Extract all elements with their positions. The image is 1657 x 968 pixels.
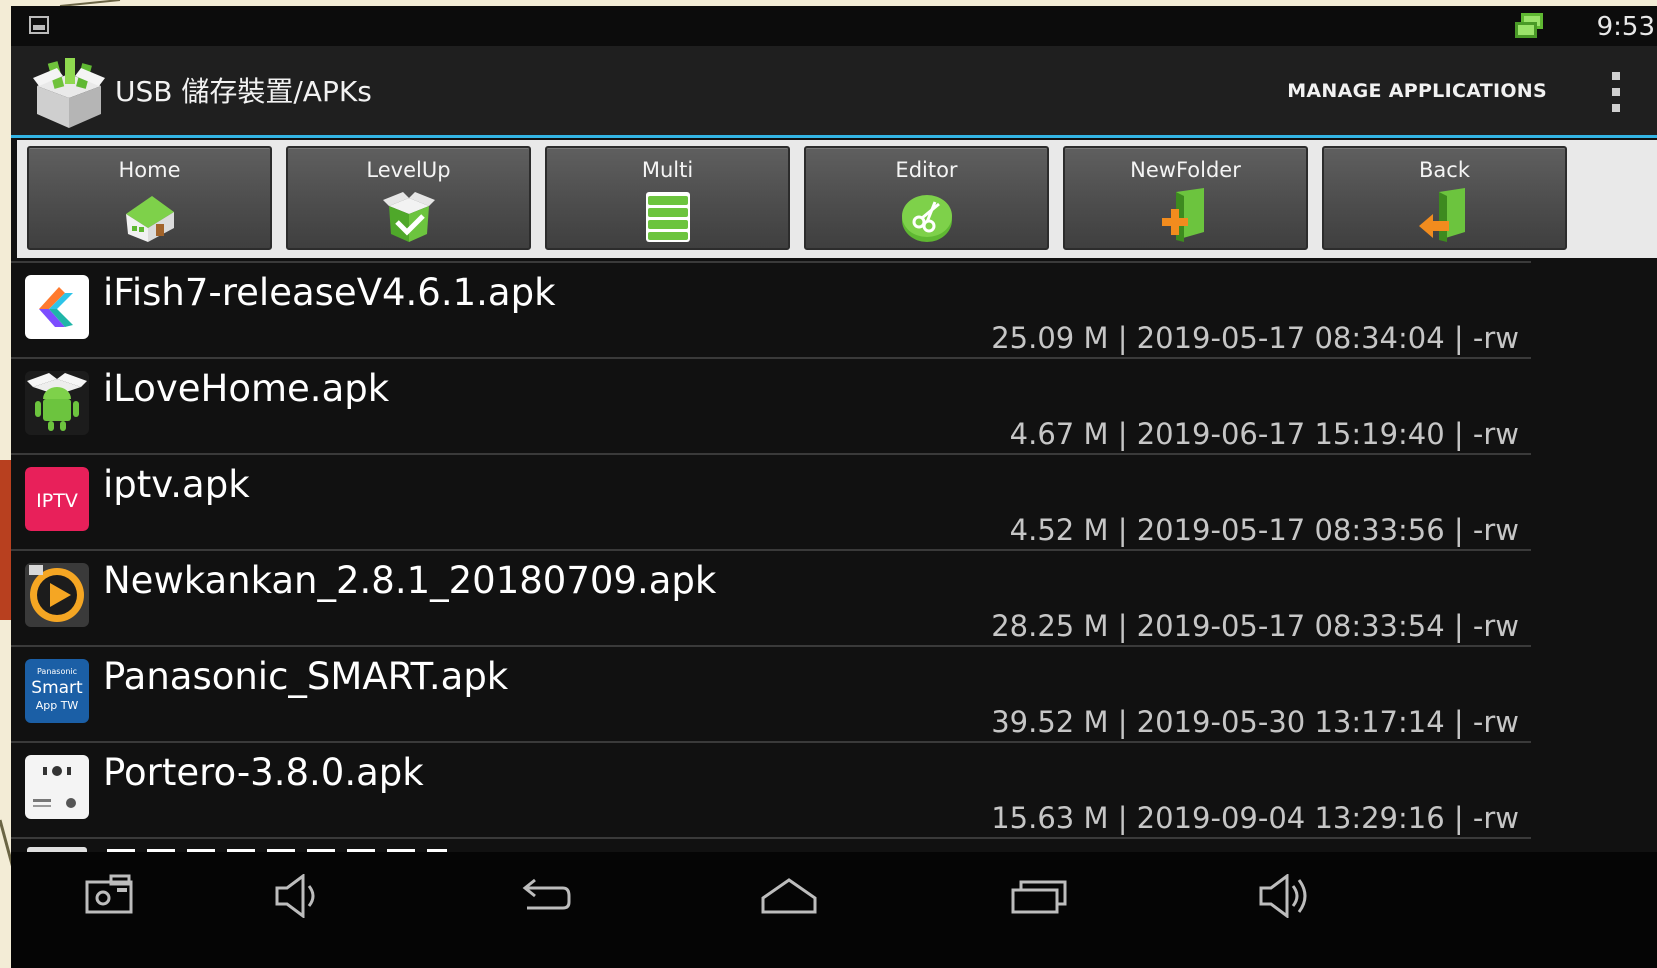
list-item[interactable]: Newkankan_2.8.1_20180709.apk 28.25 M | 2… — [11, 549, 1531, 645]
page-title: USB 儲存裝置/APKs — [115, 75, 372, 108]
file-meta: 4.67 M | 2019-06-17 15:19:40 | -rw — [1009, 417, 1519, 451]
list-item[interactable]: IPTV iptv.apk 4.52 M | 2019-05-17 08:33:… — [11, 453, 1531, 549]
volume-up-icon[interactable] — [1257, 874, 1317, 918]
toolbar: Home LevelUp Multi Editor NewFolder Back — [17, 140, 1657, 258]
scissors-icon — [901, 195, 952, 242]
list-item-partial[interactable] — [11, 837, 1531, 853]
list-item[interactable]: iFish7-releaseV4.6.1.apk 25.09 M | 2019-… — [11, 261, 1531, 357]
back-button[interactable]: Back — [1322, 146, 1567, 250]
portero-app-icon — [25, 755, 89, 819]
multi-button[interactable]: Multi — [545, 146, 790, 250]
editor-button-label: Editor — [895, 158, 958, 182]
ifish-app-icon — [25, 275, 89, 339]
file-meta: 25.09 M | 2019-05-17 08:34:04 | -rw — [991, 321, 1519, 355]
android-screen: 9:53 USB 儲存裝置/APKs MANAGE APPLICATIONS H… — [11, 6, 1657, 968]
newkankan-play-icon — [25, 563, 89, 627]
file-name: iptv.apk — [103, 463, 250, 506]
file-meta: 39.52 M | 2019-05-30 13:17:14 | -rw — [991, 705, 1519, 739]
volume-down-icon[interactable] — [273, 874, 333, 918]
home-nav-icon[interactable] — [759, 874, 819, 918]
apk-manager-logo-icon[interactable] — [29, 56, 109, 130]
svg-text:Panasonic: Panasonic — [37, 667, 77, 676]
multi-button-label: Multi — [641, 158, 694, 182]
svg-text:Smart: Smart — [31, 678, 83, 698]
recent-apps-icon[interactable] — [1009, 874, 1069, 918]
screenshot-camera-icon[interactable] — [83, 874, 143, 918]
panasonic-smart-app-icon: Panasonic Smart App TW — [25, 659, 89, 723]
file-name: iLoveHome.apk — [103, 367, 390, 410]
back-button-label: Back — [1419, 158, 1470, 182]
network-icon — [1515, 13, 1543, 38]
list-item[interactable]: Panasonic Smart App TW Panasonic_SMART.a… — [11, 645, 1531, 741]
back-arrow-icon — [1418, 188, 1465, 242]
back-nav-icon[interactable] — [513, 874, 573, 918]
newfolder-button[interactable]: NewFolder — [1063, 146, 1308, 250]
file-meta: 28.25 M | 2019-05-17 08:33:54 | -rw — [991, 609, 1519, 643]
home-button[interactable]: Home — [27, 146, 272, 250]
clock: 9:53 — [1596, 12, 1655, 42]
file-meta: 4.52 M | 2019-05-17 08:33:56 | -rw — [1009, 513, 1519, 547]
file-name: iFish7-releaseV4.6.1.apk — [103, 271, 556, 314]
list-item[interactable]: iLoveHome.apk 4.67 M | 2019-06-17 15:19:… — [11, 357, 1531, 453]
home-button-label: Home — [118, 158, 181, 182]
newfolder-button-label: NewFolder — [1130, 158, 1241, 182]
file-name: Portero-3.8.0.apk — [103, 751, 424, 794]
file-list[interactable]: iFish7-releaseV4.6.1.apk 25.09 M | 2019-… — [11, 261, 1531, 853]
multi-select-icon — [645, 192, 690, 242]
svg-text:IPTV: IPTV — [36, 490, 78, 512]
list-item[interactable]: Portero-3.8.0.apk 15.63 M | 2019-09-04 1… — [11, 741, 1531, 837]
screenshot-notification-icon — [29, 16, 49, 34]
system-navigation-bar — [11, 852, 1657, 968]
file-name: Newkankan_2.8.1_20180709.apk — [103, 559, 717, 602]
level-up-box-icon — [382, 192, 435, 242]
house-icon — [125, 196, 174, 242]
status-bar: 9:53 — [11, 6, 1657, 46]
iptv-app-icon: IPTV — [25, 467, 89, 531]
overflow-menu-icon[interactable] — [1609, 72, 1623, 112]
editor-button[interactable]: Editor — [804, 146, 1049, 250]
levelup-button-label: LevelUp — [366, 158, 451, 182]
new-folder-icon — [1161, 188, 1204, 242]
levelup-button[interactable]: LevelUp — [286, 146, 531, 250]
file-meta: 15.63 M | 2019-09-04 13:29:16 | -rw — [991, 801, 1519, 835]
svg-text:App TW: App TW — [36, 699, 79, 712]
android-package-icon — [25, 371, 89, 435]
file-name: Panasonic_SMART.apk — [103, 655, 509, 698]
manage-applications-button[interactable]: MANAGE APPLICATIONS — [1287, 80, 1547, 102]
action-bar: USB 儲存裝置/APKs MANAGE APPLICATIONS — [11, 46, 1657, 138]
